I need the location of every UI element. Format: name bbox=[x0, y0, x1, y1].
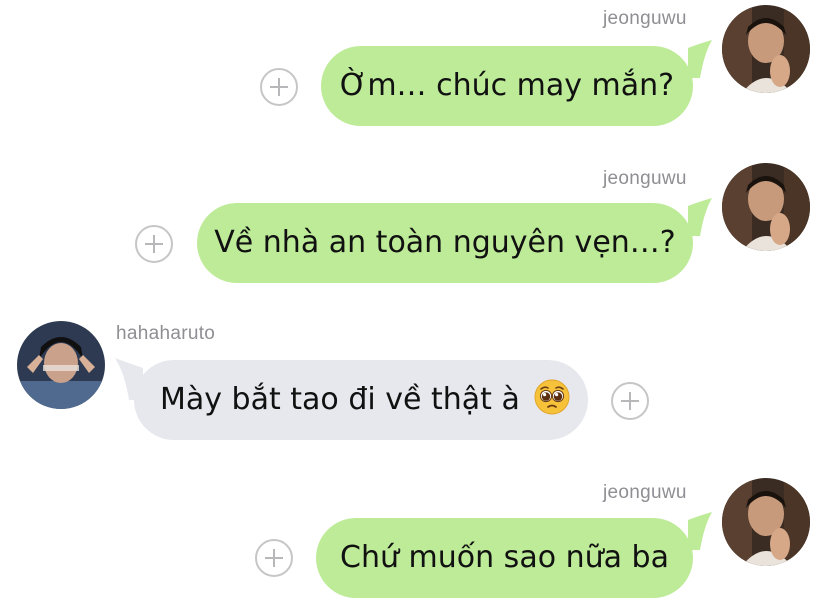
bubble-tail bbox=[688, 198, 712, 236]
pleading-face-emoji bbox=[534, 379, 570, 415]
add-reaction-icon[interactable] bbox=[255, 539, 293, 577]
sender-username: hahaharuto bbox=[116, 323, 216, 344]
avatar[interactable] bbox=[722, 478, 810, 566]
avatar[interactable] bbox=[722, 5, 810, 93]
bubble-tail bbox=[688, 40, 712, 78]
avatar[interactable] bbox=[17, 321, 105, 409]
bubble-tail bbox=[688, 512, 712, 550]
message-text: Về nhà an toàn nguyên vẹn…? bbox=[214, 225, 676, 260]
avatar[interactable] bbox=[722, 163, 810, 251]
add-reaction-icon[interactable] bbox=[260, 68, 298, 106]
message-text: Mày bắt tao đi về thật à bbox=[160, 382, 520, 417]
message-text: Ờm… chúc may mắn? bbox=[339, 68, 675, 103]
sender-username: jeonguwu bbox=[603, 8, 687, 29]
add-reaction-icon[interactable] bbox=[611, 382, 649, 420]
message-bubble[interactable]: Mày bắt tao đi về thật à bbox=[134, 360, 588, 440]
message-text: Chứ muốn sao nữa ba bbox=[340, 540, 669, 575]
message-bubble[interactable]: Chứ muốn sao nữa ba bbox=[316, 518, 693, 598]
message-bubble[interactable]: Về nhà an toàn nguyên vẹn…? bbox=[197, 203, 693, 283]
sender-username: jeonguwu bbox=[603, 168, 687, 189]
sender-username: jeonguwu bbox=[603, 482, 687, 503]
add-reaction-icon[interactable] bbox=[135, 225, 173, 263]
message-bubble[interactable]: Ờm… chúc may mắn? bbox=[321, 46, 693, 126]
